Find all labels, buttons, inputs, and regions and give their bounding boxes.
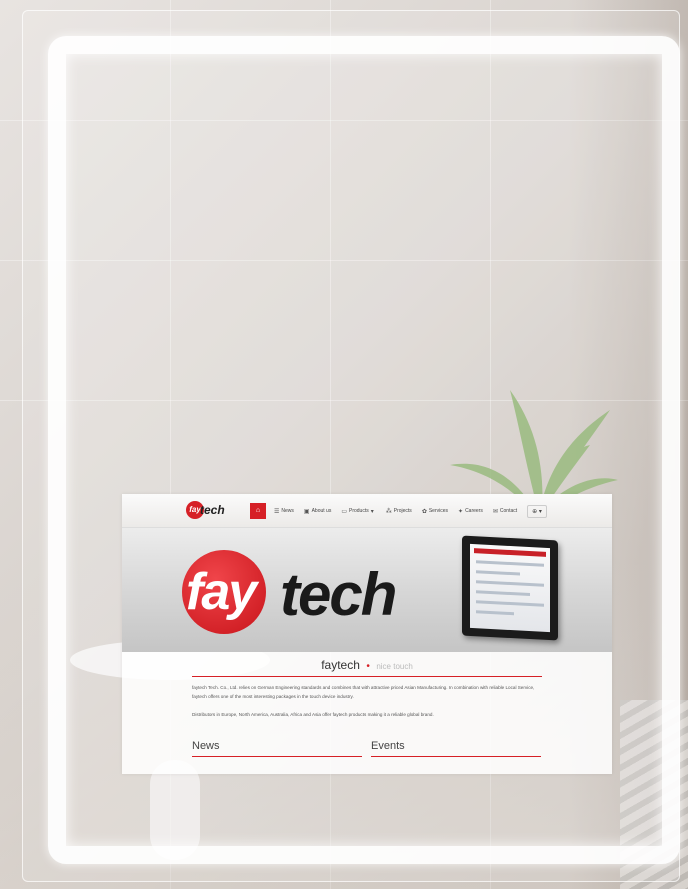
- nav-about-us[interactable]: ▣ About us: [304, 508, 331, 515]
- monitor-screen-row: [476, 610, 514, 616]
- hero-logo-fay: fay: [186, 563, 257, 621]
- site-logo[interactable]: fay tech: [186, 501, 225, 519]
- monitor-icon: ▭: [341, 508, 347, 515]
- logo-text: tech: [200, 503, 225, 517]
- monitor-screen-row: [476, 590, 530, 597]
- touch-monitor-image: [462, 535, 558, 641]
- nav-contact[interactable]: ✉ Contact: [493, 508, 517, 515]
- nav-label: Services: [428, 508, 449, 514]
- people-icon: ⁂: [385, 508, 392, 515]
- events-heading: Events: [371, 740, 405, 752]
- monitor-screen-row: [476, 560, 544, 567]
- news-heading: News: [192, 740, 220, 752]
- monitor-screen-row: [476, 580, 544, 587]
- events-rule: [371, 756, 541, 757]
- mirror-display-website: fay tech ⌂ ☰ News ▣ About us ▭ Products …: [122, 494, 612, 774]
- nav-label: News: [281, 508, 294, 514]
- nav-label: Careers: [465, 508, 483, 514]
- monitor-screen-row: [476, 570, 520, 576]
- gear-icon: ✿: [421, 508, 427, 515]
- news-rule: [192, 756, 362, 757]
- monitor-screen: [470, 543, 550, 633]
- nav-services[interactable]: ✿ Services: [422, 508, 448, 515]
- headline-bullet: •: [366, 661, 370, 672]
- hero-logo-tech: tech: [280, 561, 397, 628]
- hero-banner: fay tech: [122, 528, 612, 652]
- nav-products[interactable]: ▭ Products ▾: [341, 508, 375, 515]
- nav-label: About us: [311, 508, 332, 514]
- info-icon: ▣: [303, 508, 310, 515]
- list-icon: ☰: [274, 508, 280, 515]
- distributors-paragraph: Distributors in Europe, North America, A…: [192, 712, 434, 717]
- language-selector[interactable]: ⊕ ▾: [527, 504, 547, 518]
- headline-tagline: nice touch: [376, 662, 413, 671]
- monitor-screen-header: [474, 548, 546, 557]
- headline-rule: [192, 676, 542, 677]
- nav-label: Contact: [499, 508, 518, 514]
- nav-label: Projects: [393, 508, 412, 514]
- nav-label: Products: [349, 508, 369, 514]
- site-headline: faytech • nice touch: [122, 656, 612, 674]
- home-icon[interactable]: ⌂: [250, 503, 266, 519]
- intro-paragraph: faytech Tech. Co., Ltd. relies on German…: [192, 685, 535, 699]
- nav-careers[interactable]: ✦ Careers: [458, 508, 483, 515]
- nav-projects[interactable]: ⁂ Projects: [386, 508, 412, 515]
- headline-main: faytech: [321, 658, 360, 672]
- mail-icon: ✉: [492, 508, 498, 515]
- monitor-screen-row: [476, 600, 544, 607]
- main-menu: ⌂ ☰ News ▣ About us ▭ Products ▾ ⁂ Proje…: [250, 503, 547, 519]
- group-icon: ✦: [458, 508, 464, 515]
- chevron-down-icon: ▾: [370, 508, 374, 515]
- site-navbar: fay tech ⌂ ☰ News ▣ About us ▭ Products …: [122, 494, 612, 528]
- nav-news[interactable]: ☰ News: [274, 508, 294, 515]
- globe-icon: ⊕: [532, 508, 538, 515]
